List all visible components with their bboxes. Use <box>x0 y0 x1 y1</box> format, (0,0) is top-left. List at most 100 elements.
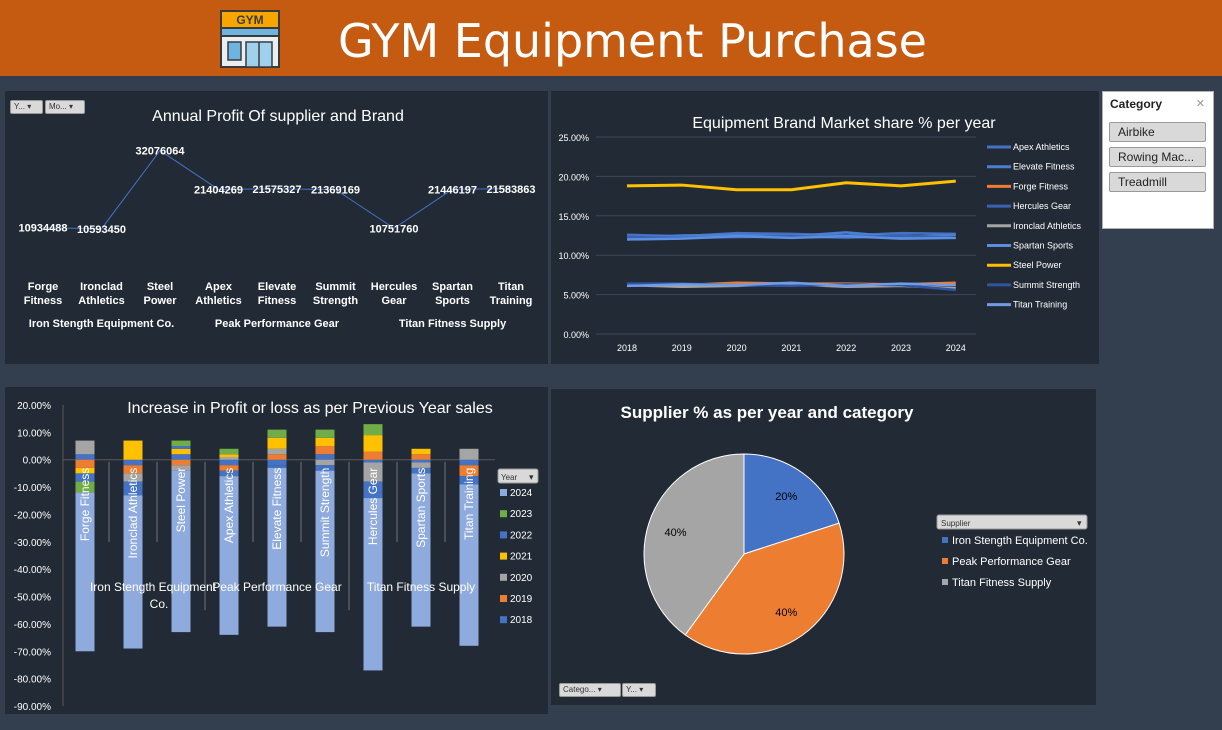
y-tick-label: -90.00% <box>14 702 51 713</box>
chart-title: Increase in Profit or loss as per Previo… <box>127 400 493 417</box>
bar-segment <box>459 459 479 466</box>
group-label: Peak Performance Gear <box>215 318 340 330</box>
data-label: 10934488 <box>19 223 68 235</box>
legend-swatch <box>500 616 507 624</box>
supplier-share-chart: Supplier % as per year and category 20% 40… <box>621 403 1088 655</box>
legend-entry: 2018 <box>510 615 533 626</box>
pie-category-filter-button[interactable]: Catego... ▾ <box>559 683 621 697</box>
group-label: Iron Stength Equipment <box>90 580 217 594</box>
group-label: Titan Fitness Supply <box>367 580 475 594</box>
category-label: Forge Fitness <box>78 468 92 541</box>
data-label: 32076064 <box>136 146 186 158</box>
slice-label: 40% <box>665 527 687 539</box>
category-slicer: Category ✕ Airbike Rowing Mac... Treadmi… <box>1102 91 1214 229</box>
bar-segment <box>315 437 335 447</box>
y-tick-label: 20.00% <box>558 172 589 182</box>
slicer-item-treadmill[interactable]: Treadmill <box>1109 172 1206 192</box>
bar-segment <box>171 454 191 460</box>
data-label: 21446197 <box>428 184 477 196</box>
group-label: Titan Fitness Supply <box>399 318 507 330</box>
profit-loss-chart: Increase in Profit or loss as per Previo… <box>14 400 539 713</box>
category-label: Power <box>143 295 177 307</box>
y-tick-label: -60.00% <box>14 620 51 631</box>
bar-segment <box>315 454 335 460</box>
annual-profit-chart: Annual Profit Of supplier and Brand 10934… <box>19 108 536 330</box>
slicer-item-airbike[interactable]: Airbike <box>1109 122 1206 142</box>
group-label: Co. <box>150 597 169 611</box>
bar-segment <box>363 459 383 463</box>
category-label: Forge <box>28 281 59 293</box>
chart-title: Supplier % as per year and category <box>621 403 914 422</box>
category-label: Sports <box>435 295 470 307</box>
category-label: Elevate <box>258 281 297 293</box>
bar-segment <box>267 448 287 455</box>
pie-category-filter-label: Catego... <box>563 685 596 694</box>
slicer-item-rowing-machine[interactable]: Rowing Mac... <box>1109 147 1206 167</box>
legend-swatch <box>500 531 507 539</box>
y-tick-label: -30.00% <box>14 538 51 549</box>
bar-segment <box>267 454 287 460</box>
legend-swatch <box>500 573 507 581</box>
y-tick-label: -50.00% <box>14 593 51 604</box>
y-tick-label: 25.00% <box>558 133 589 143</box>
category-label: Athletics <box>78 295 124 307</box>
bar-segment <box>219 454 239 457</box>
page-title: GYM Equipment Purchase <box>338 14 927 68</box>
bar-segment <box>267 437 287 449</box>
legend-swatch <box>500 510 507 518</box>
market-share-panel: Equipment Brand Market share % per year 0… <box>551 91 1099 364</box>
legend-entry: Hercules Gear <box>1013 201 1071 211</box>
bar-segment <box>411 448 431 455</box>
bar-segment <box>219 459 239 466</box>
title-banner: GYM GYM Equipment Purchase <box>0 0 1222 76</box>
legend-entry: Apex Athletics <box>1013 142 1070 152</box>
bar-segment <box>363 435 383 452</box>
group-label: Iron Stength Equipment Co. <box>29 318 174 330</box>
group-label: Peak Performance Gear <box>212 580 341 594</box>
slice-label: 40% <box>775 607 797 619</box>
category-label: Titan <box>498 281 524 293</box>
data-label: 10593450 <box>77 224 126 236</box>
bar-segment <box>123 459 143 466</box>
bar-segment <box>171 459 191 466</box>
x-tick-label: 2024 <box>946 343 966 353</box>
pie-year-filter-button[interactable]: Y... ▾ <box>622 683 656 697</box>
legend-swatch <box>500 595 507 602</box>
chart-title: Equipment Brand Market share % per year <box>692 115 996 132</box>
category-label: Hercules Gear <box>366 468 380 545</box>
x-tick-label: 2023 <box>891 343 911 353</box>
annual-profit-panel: Y... ▾ Mo... ▾ Annual Profit Of supplier… <box>5 91 548 364</box>
data-label: 21404269 <box>194 184 243 196</box>
slicer-title: Category <box>1110 97 1163 111</box>
y-tick-label: -10.00% <box>14 483 51 494</box>
bar-segment <box>459 448 479 460</box>
legend-swatch <box>942 579 948 585</box>
category-label: Hercules <box>371 281 417 293</box>
x-tick-label: 2018 <box>617 343 637 353</box>
category-label: Fitness <box>24 295 63 307</box>
pie-year-filter-label: Y... <box>626 685 637 694</box>
category-label: Titan Training <box>462 468 476 540</box>
x-tick-label: 2022 <box>836 343 856 353</box>
y-tick-label: 20.00% <box>17 401 51 412</box>
data-label: 21575327 <box>253 184 302 196</box>
legend-swatch <box>942 537 948 543</box>
category-label: Ironclad Athletics <box>126 468 140 559</box>
category-label: Elevate Fitness <box>270 468 284 550</box>
legend-swatch <box>500 552 507 560</box>
bar-segment <box>219 456 239 460</box>
clear-filter-icon[interactable]: ✕ <box>1196 97 1205 110</box>
bar-segment <box>75 440 95 455</box>
bar-segment <box>75 459 95 468</box>
category-label: Steel Power <box>174 468 188 533</box>
series-line <box>626 179 956 192</box>
bar-segment <box>315 459 335 466</box>
bar-segment <box>123 440 143 460</box>
legend-entry: 2023 <box>510 509 533 520</box>
slice-label: 20% <box>775 491 797 503</box>
bar-segment <box>267 459 287 466</box>
legend-entry: 2021 <box>510 552 533 563</box>
x-tick-label: 2021 <box>781 343 801 353</box>
legend-swatch <box>500 489 507 496</box>
y-tick-label: 0.00% <box>563 330 589 340</box>
